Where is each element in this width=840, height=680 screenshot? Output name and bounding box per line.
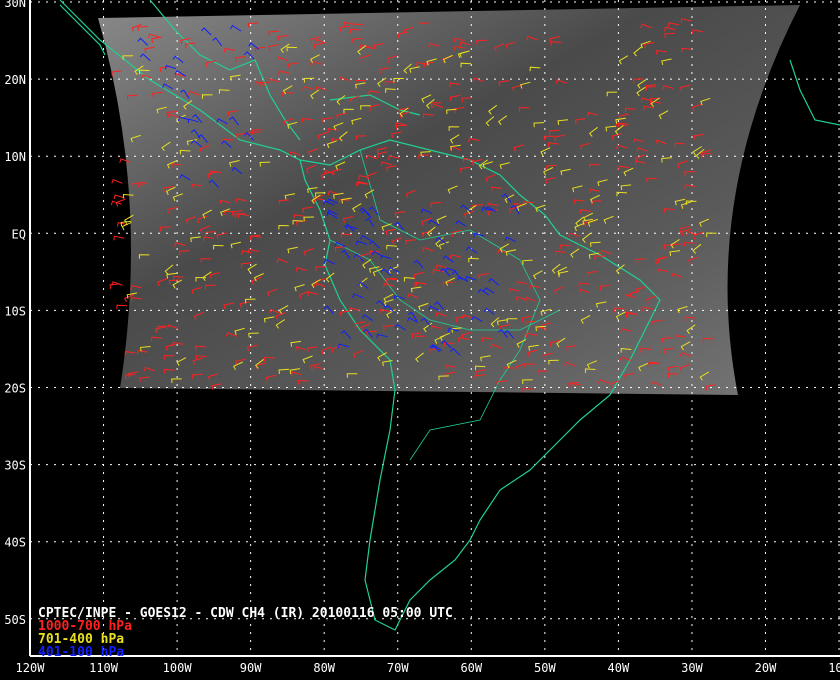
satellite-wind-map: 30N 20N 10N EQ 10S 20S 30S 40S 50S 120W 110W 100W 9… bbox=[0, 0, 840, 680]
latitude-label: 10S bbox=[4, 304, 26, 318]
latitude-labels: 30N 20N 10N EQ 10S 20S 30S 40S 50S bbox=[4, 0, 26, 627]
longitude-label: 50W bbox=[534, 661, 556, 675]
satellite-image-swath bbox=[98, 5, 800, 395]
longitude-label: 40W bbox=[608, 661, 630, 675]
latitude-label: 50S bbox=[4, 613, 26, 627]
longitude-label: 70W bbox=[387, 661, 409, 675]
legend-high-level: 401-100 hPa bbox=[38, 645, 124, 660]
wind-barb bbox=[111, 178, 123, 184]
longitude-label: 110W bbox=[89, 661, 119, 675]
latitude-label: 30S bbox=[4, 459, 26, 473]
latitude-label: 20S bbox=[4, 382, 26, 396]
latitude-label: 10N bbox=[4, 150, 26, 164]
longitude-label: 30W bbox=[681, 661, 703, 675]
longitude-label: 60W bbox=[460, 661, 482, 675]
baja-coastline bbox=[59, 4, 106, 56]
longitude-label: 10W bbox=[828, 661, 840, 675]
wind-barb bbox=[109, 283, 121, 289]
longitude-label: 80W bbox=[313, 661, 335, 675]
longitude-label: 100W bbox=[163, 661, 193, 675]
latitude-label: EQ bbox=[12, 227, 26, 241]
wind-barb bbox=[113, 235, 125, 241]
longitude-label: 20W bbox=[755, 661, 777, 675]
map-canvas: 30N 20N 10N EQ 10S 20S 30S 40S 50S 120W 110W 100W 9… bbox=[4, 0, 840, 675]
latitude-label: 20N bbox=[4, 73, 26, 87]
wind-barb bbox=[116, 304, 128, 310]
latitude-label: 40S bbox=[4, 536, 26, 550]
longitude-labels: 120W 110W 100W 90W 80W 70W 60W 50W 40W 30W 20W 10W bbox=[16, 661, 840, 675]
africa-coastline bbox=[789, 59, 840, 126]
longitude-label: 120W bbox=[16, 661, 46, 675]
latitude-label: 30N bbox=[4, 0, 26, 10]
longitude-label: 90W bbox=[240, 661, 262, 675]
